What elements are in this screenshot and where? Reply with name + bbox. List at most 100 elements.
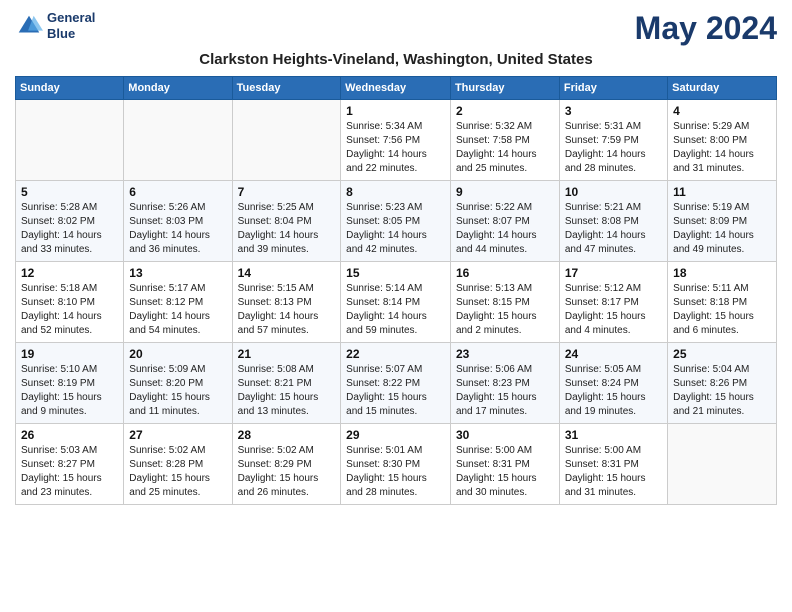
calendar-cell: 7 Sunrise: 5:25 AM Sunset: 8:04 PM Daylig… [232, 181, 341, 262]
day-info: Sunrise: 5:25 AM Sunset: 8:04 PM Dayligh… [238, 201, 336, 257]
day-info: Sunrise: 5:28 AM Sunset: 8:02 PM Dayligh… [21, 201, 118, 257]
day-number: 3 [565, 104, 662, 118]
calendar-cell: 23 Sunrise: 5:06 AM Sunset: 8:23 PM Dayli… [450, 343, 559, 424]
day-info: Sunrise: 5:14 AM Sunset: 8:14 PM Dayligh… [346, 282, 445, 338]
day-info: Sunrise: 5:07 AM Sunset: 8:22 PM Dayligh… [346, 363, 445, 419]
calendar-cell: 13 Sunrise: 5:17 AM Sunset: 8:12 PM Dayli… [124, 262, 232, 343]
day-number: 23 [456, 347, 554, 361]
calendar-week-3: 12 Sunrise: 5:18 AM Sunset: 8:10 PM Dayli… [16, 262, 777, 343]
day-info: Sunrise: 5:06 AM Sunset: 8:23 PM Dayligh… [456, 363, 554, 419]
day-number: 27 [129, 428, 226, 442]
calendar-cell: 18 Sunrise: 5:11 AM Sunset: 8:18 PM Dayli… [668, 262, 777, 343]
calendar-body: 1 Sunrise: 5:34 AM Sunset: 7:56 PM Daylig… [16, 100, 777, 505]
day-header-saturday: Saturday [668, 77, 777, 100]
calendar-header-row: SundayMondayTuesdayWednesdayThursdayFrid… [16, 77, 777, 100]
calendar-cell: 29Sunrise: 5:01 AM Sunset: 8:30 PM Dayli… [341, 424, 451, 505]
calendar-cell: 16Sunrise: 5:13 AM Sunset: 8:15 PM Dayli… [450, 262, 559, 343]
calendar-cell: 30 Sunrise: 5:00 AM Sunset: 8:31 PM Dayli… [450, 424, 559, 505]
day-number: 20 [129, 347, 226, 361]
day-info: Sunrise: 5:15 AM Sunset: 8:13 PM Dayligh… [238, 282, 336, 338]
day-info: Sunrise: 5:12 AM Sunset: 8:17 PM Dayligh… [565, 282, 662, 338]
day-header-monday: Monday [124, 77, 232, 100]
calendar-cell: 26 Sunrise: 5:03 AM Sunset: 8:27 PM Dayli… [16, 424, 124, 505]
calendar-week-1: 1 Sunrise: 5:34 AM Sunset: 7:56 PM Daylig… [16, 100, 777, 181]
day-number: 7 [238, 185, 336, 199]
calendar-cell: 25Sunrise: 5:04 AM Sunset: 8:26 PM Dayli… [668, 343, 777, 424]
logo-text: General Blue [47, 10, 95, 41]
day-info: Sunrise: 5:19 AM Sunset: 8:09 PM Dayligh… [673, 201, 771, 257]
calendar-cell: 17 Sunrise: 5:12 AM Sunset: 8:17 PM Dayli… [559, 262, 667, 343]
calendar-cell [16, 100, 124, 181]
day-number: 22 [346, 347, 445, 361]
calendar-week-5: 26 Sunrise: 5:03 AM Sunset: 8:27 PM Dayli… [16, 424, 777, 505]
calendar-cell: 15 Sunrise: 5:14 AM Sunset: 8:14 PM Dayli… [341, 262, 451, 343]
calendar-week-2: 5 Sunrise: 5:28 AM Sunset: 8:02 PM Daylig… [16, 181, 777, 262]
day-info: Sunrise: 5:34 AM Sunset: 7:56 PM Dayligh… [346, 120, 445, 176]
calendar-cell: 5 Sunrise: 5:28 AM Sunset: 8:02 PM Daylig… [16, 181, 124, 262]
day-header-sunday: Sunday [16, 77, 124, 100]
day-number: 6 [129, 185, 226, 199]
calendar-cell: 8 Sunrise: 5:23 AM Sunset: 8:05 PM Daylig… [341, 181, 451, 262]
day-info: Sunrise: 5:05 AM Sunset: 8:24 PM Dayligh… [565, 363, 662, 419]
calendar-cell: 9 Sunrise: 5:22 AM Sunset: 8:07 PM Daylig… [450, 181, 559, 262]
calendar-cell: 20Sunrise: 5:09 AM Sunset: 8:20 PM Dayli… [124, 343, 232, 424]
calendar-cell: 27 Sunrise: 5:02 AM Sunset: 8:28 PM Dayli… [124, 424, 232, 505]
logo-icon [15, 12, 43, 40]
calendar-cell: 28 Sunrise: 5:02 AM Sunset: 8:29 PM Dayli… [232, 424, 341, 505]
calendar-cell: 21Sunrise: 5:08 AM Sunset: 8:21 PM Dayli… [232, 343, 341, 424]
day-header-thursday: Thursday [450, 77, 559, 100]
day-number: 24 [565, 347, 662, 361]
day-number: 18 [673, 266, 771, 280]
day-number: 10 [565, 185, 662, 199]
day-info: Sunrise: 5:11 AM Sunset: 8:18 PM Dayligh… [673, 282, 771, 338]
day-info: Sunrise: 5:23 AM Sunset: 8:05 PM Dayligh… [346, 201, 445, 257]
day-info: Sunrise: 5:02 AM Sunset: 8:29 PM Dayligh… [238, 444, 336, 500]
day-info: Sunrise: 5:29 AM Sunset: 8:00 PM Dayligh… [673, 120, 771, 176]
day-number: 12 [21, 266, 118, 280]
day-info: Sunrise: 5:18 AM Sunset: 8:10 PM Dayligh… [21, 282, 118, 338]
day-number: 8 [346, 185, 445, 199]
day-number: 17 [565, 266, 662, 280]
calendar-week-4: 19Sunrise: 5:10 AM Sunset: 8:19 PM Dayli… [16, 343, 777, 424]
calendar-cell: 14 Sunrise: 5:15 AM Sunset: 8:13 PM Dayli… [232, 262, 341, 343]
calendar-cell: 10Sunrise: 5:21 AM Sunset: 8:08 PM Dayli… [559, 181, 667, 262]
calendar-cell: 31Sunrise: 5:00 AM Sunset: 8:31 PM Dayli… [559, 424, 667, 505]
day-number: 28 [238, 428, 336, 442]
location-title: Clarkston Heights-Vineland, Washington, … [15, 51, 777, 68]
day-info: Sunrise: 5:08 AM Sunset: 8:21 PM Dayligh… [238, 363, 336, 419]
day-info: Sunrise: 5:32 AM Sunset: 7:58 PM Dayligh… [456, 120, 554, 176]
calendar-cell: 24 Sunrise: 5:05 AM Sunset: 8:24 PM Dayli… [559, 343, 667, 424]
calendar-table: SundayMondayTuesdayWednesdayThursdayFrid… [15, 76, 777, 505]
day-number: 26 [21, 428, 118, 442]
day-number: 2 [456, 104, 554, 118]
month-title: May 2024 [635, 10, 777, 47]
day-number: 9 [456, 185, 554, 199]
day-info: Sunrise: 5:03 AM Sunset: 8:27 PM Dayligh… [21, 444, 118, 500]
calendar-cell: 22 Sunrise: 5:07 AM Sunset: 8:22 PM Dayli… [341, 343, 451, 424]
day-header-wednesday: Wednesday [341, 77, 451, 100]
day-number: 30 [456, 428, 554, 442]
day-header-tuesday: Tuesday [232, 77, 341, 100]
calendar-cell [124, 100, 232, 181]
day-number: 5 [21, 185, 118, 199]
day-info: Sunrise: 5:00 AM Sunset: 8:31 PM Dayligh… [456, 444, 554, 500]
calendar-cell: 3Sunrise: 5:31 AM Sunset: 7:59 PM Daylig… [559, 100, 667, 181]
day-header-friday: Friday [559, 77, 667, 100]
day-info: Sunrise: 5:02 AM Sunset: 8:28 PM Dayligh… [129, 444, 226, 500]
day-number: 1 [346, 104, 445, 118]
day-number: 13 [129, 266, 226, 280]
calendar-cell: 12 Sunrise: 5:18 AM Sunset: 8:10 PM Dayli… [16, 262, 124, 343]
day-info: Sunrise: 5:17 AM Sunset: 8:12 PM Dayligh… [129, 282, 226, 338]
calendar-cell [668, 424, 777, 505]
day-info: Sunrise: 5:26 AM Sunset: 8:03 PM Dayligh… [129, 201, 226, 257]
calendar-cell: 4 Sunrise: 5:29 AM Sunset: 8:00 PM Daylig… [668, 100, 777, 181]
day-number: 14 [238, 266, 336, 280]
calendar-cell: 6 Sunrise: 5:26 AM Sunset: 8:03 PM Daylig… [124, 181, 232, 262]
day-info: Sunrise: 5:22 AM Sunset: 8:07 PM Dayligh… [456, 201, 554, 257]
day-number: 16 [456, 266, 554, 280]
day-number: 4 [673, 104, 771, 118]
day-number: 15 [346, 266, 445, 280]
calendar-cell: 11Sunrise: 5:19 AM Sunset: 8:09 PM Dayli… [668, 181, 777, 262]
day-number: 31 [565, 428, 662, 442]
calendar-cell: 19Sunrise: 5:10 AM Sunset: 8:19 PM Dayli… [16, 343, 124, 424]
